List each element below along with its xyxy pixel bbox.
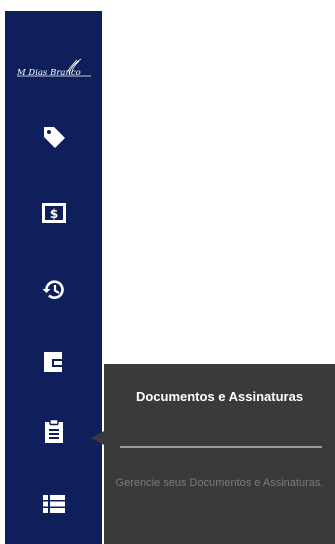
tooltip-title: Documentos e Assinaturas [135,389,304,404]
sidebar-item-list[interactable] [5,480,102,528]
history-icon [41,277,67,303]
brand-logo[interactable]: M Dias Branco [5,57,102,83]
list-icon [42,494,66,514]
svg-text:M Dias Branco: M Dias Branco [16,68,81,78]
logo-signature-icon: M Dias Branco [16,58,91,78]
clipboard-icon [43,418,65,444]
sidebar-item-tags[interactable] [5,113,102,161]
tooltip-divider [120,446,322,448]
svg-text:$: $ [49,207,57,221]
tooltip: Documentos e Assinaturas Gerencie seus D… [104,364,335,544]
tag-icon [41,124,67,150]
dollar-bill-icon: $ [41,202,66,224]
sidebar-item-wallet[interactable] [5,338,102,386]
sidebar-item-documents[interactable] [5,407,102,455]
tooltip-description: Gerencie seus Documentos e Assinaturas. [115,477,324,489]
sidebar: M Dias Branco $ [5,11,102,544]
sidebar-item-billing[interactable]: $ [5,189,102,237]
wallet-icon [42,350,66,374]
sidebar-item-history[interactable] [5,266,102,314]
tooltip-arrow [91,431,104,445]
